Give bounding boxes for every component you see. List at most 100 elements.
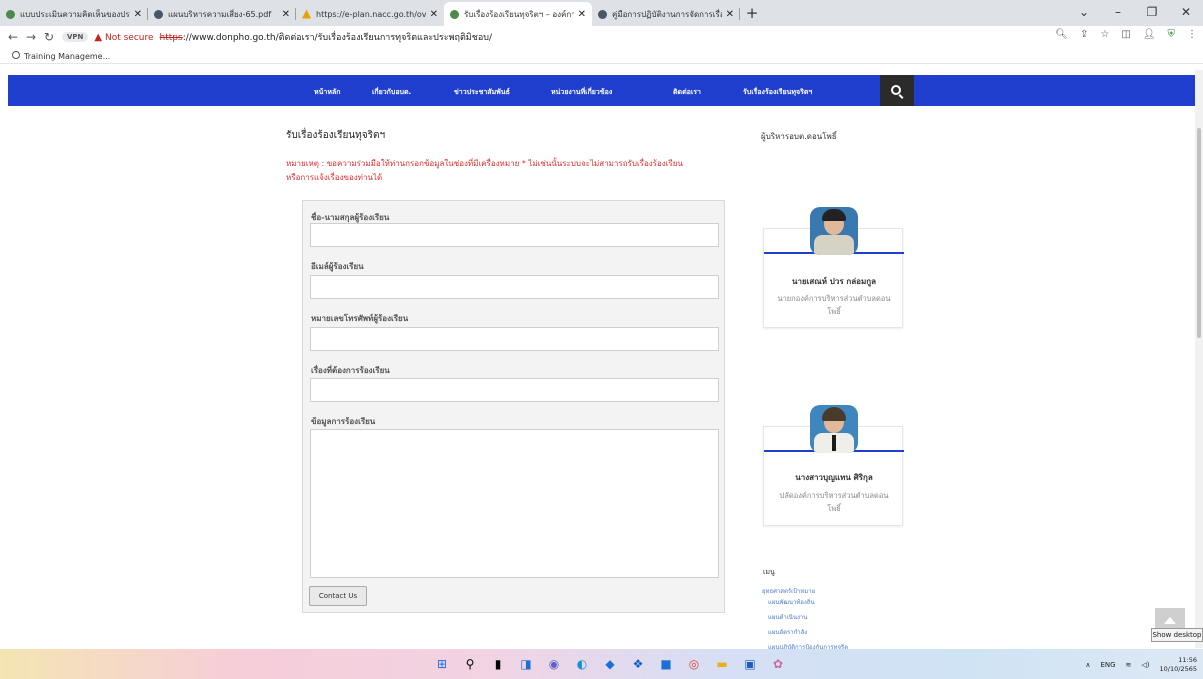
detail-label: ข้อมูลการร้องเรียน	[311, 417, 376, 426]
language-indicator[interactable]: ENG	[1100, 661, 1115, 669]
subject-input[interactable]	[310, 378, 719, 402]
person-card: นายเสณห์ ปวร กล่อมกูล นายกองค์การบริหารส…	[763, 207, 904, 328]
warning-icon	[302, 9, 311, 19]
security-indicator[interactable]: ▲ Not secure	[94, 32, 153, 43]
browser-tab[interactable]: แบบประเมินความคิดเห็นของประชาช✕	[0, 2, 148, 26]
site-favicon-icon	[6, 9, 15, 19]
back-icon[interactable]: ←	[4, 30, 22, 44]
email-label: อีเมล์ผู้ร้องเรียน	[311, 262, 364, 271]
wifi-icon[interactable]: ≋	[1126, 661, 1132, 669]
close-tab-icon[interactable]: ✕	[726, 9, 734, 20]
url-field[interactable]: https://www.donpho.go.th/ติดต่อเรา/รับเร…	[160, 30, 492, 44]
share-icon[interactable]: ⇪	[1080, 29, 1088, 40]
volume-icon[interactable]: ◁)	[1141, 661, 1149, 669]
person-position: นายกองค์การบริหารส่วนตำบลดอนโพธิ์	[777, 294, 891, 316]
close-tab-icon[interactable]: ✕	[578, 9, 586, 20]
browser-tab[interactable]: แผนบริหารความเสี่ยง-65.pdf ✕	[148, 2, 296, 26]
search-button[interactable]	[880, 75, 914, 106]
app-icon[interactable]: ■	[658, 656, 674, 672]
clock[interactable]: 11:56 10/10/2565	[1160, 656, 1197, 674]
phone-label: หมายเลขโทรศัพท์ผู้ร้องเรียน	[311, 314, 409, 323]
form-notice: หมายเหตุ : ขอความร่วมมือให้ท่านกรอกข้อมู…	[286, 159, 683, 182]
taskbar-apps: ⊞ ⚲ ▮ ◨ ◉ ◐ ◆ ❖ ■ ◎ ▬ ▣ ✿	[434, 656, 786, 672]
site-favicon-icon	[450, 9, 459, 19]
paint-icon[interactable]: ✿	[770, 656, 786, 672]
search-icon[interactable]: ⚲	[462, 656, 478, 672]
close-tab-icon[interactable]: ✕	[134, 9, 142, 20]
menu-dots-icon[interactable]: ⋮	[1187, 29, 1197, 40]
tab-search-icon[interactable]: ⌄	[1067, 5, 1101, 19]
bookmarks-bar: Training Manageme...	[0, 48, 1203, 64]
zoom-icon[interactable]: 🔍︎	[1055, 29, 1068, 40]
store-icon[interactable]: ◆	[602, 656, 618, 672]
nav-item-about[interactable]: เกี่ยวกับอบต.	[372, 87, 411, 98]
menu-link[interactable]: แผนดำเนินงาน	[768, 612, 807, 622]
page-title: รับเรื่องร้องเรียนทุจริตฯ	[286, 130, 386, 141]
menu-link[interactable]: แผนอัตรากำลัง	[768, 627, 807, 637]
minimize-icon[interactable]: –	[1101, 5, 1135, 19]
nav-item-contact[interactable]: ติดต่อเรา	[673, 87, 701, 98]
nav-item-news[interactable]: ข่าวประชาสัมพันธ์	[454, 87, 510, 98]
nav-item-complaints[interactable]: รับเรื่องร้องเรียนทุจริตฯ	[743, 87, 812, 98]
restore-icon[interactable]: ❐	[1135, 5, 1169, 19]
reload-icon[interactable]: ↻	[40, 30, 58, 44]
subject-label: เรื่องที่ต้องการร้องเรียน	[311, 366, 390, 375]
system-tray: ∧ ENG ≋ ◁) 11:56 10/10/2565	[1085, 656, 1197, 674]
close-window-icon[interactable]: ✕	[1169, 5, 1203, 19]
forward-icon[interactable]: →	[22, 30, 40, 44]
nav-item-home[interactable]: หน้าหลัก	[314, 87, 340, 98]
vpn-badge[interactable]: VPN	[62, 32, 89, 42]
person-card: นางสาวบุญแทน ศิริกุล ปลัดองค์การบริหารส่…	[763, 405, 904, 526]
scrollbar-thumb[interactable]	[1197, 128, 1201, 338]
teams-chat-icon[interactable]: ◉	[546, 656, 562, 672]
edge-icon[interactable]: ◐	[574, 656, 590, 672]
show-desktop-tooltip: Show desktop	[1151, 628, 1203, 642]
person-photo	[810, 207, 858, 255]
browser-tab[interactable]: https://e-plan.nacc.go.th/overvie✕	[296, 2, 444, 26]
globe-icon	[598, 9, 607, 19]
page-scrollbar[interactable]	[1195, 70, 1203, 648]
search-icon	[891, 84, 901, 95]
word-icon[interactable]: ▣	[742, 656, 758, 672]
taskbar: ⊞ ⚲ ▮ ◨ ◉ ◐ ◆ ❖ ■ ◎ ▬ ▣ ✿ ∧ ENG ≋ ◁) 11:…	[0, 649, 1203, 679]
person-name: นางสาวบุญแทน ศิริกุล	[795, 473, 873, 482]
globe-icon	[12, 50, 20, 59]
person-photo	[810, 405, 858, 453]
chrome-icon[interactable]: ◎	[686, 656, 702, 672]
complaint-form: ชื่อ-นามสกุลผู้ร้องเรียน อีเมล์ผู้ร้องเร…	[302, 200, 725, 613]
name-input[interactable]	[310, 223, 719, 247]
bookmark-star-icon[interactable]: ☆	[1100, 29, 1109, 40]
window-controls: ⌄ – ❐ ✕	[1067, 0, 1203, 24]
browser-tab-active[interactable]: รับเรื่องร้องเรียนทุจริตฯ – องค์การบริห✕	[444, 2, 592, 26]
contact-us-button[interactable]: Contact Us	[309, 586, 367, 606]
bookmark-item[interactable]: Training Manageme...	[12, 50, 110, 61]
email-input[interactable]	[310, 275, 719, 299]
close-tab-icon[interactable]: ✕	[282, 9, 290, 20]
menu-heading: เมนู	[763, 568, 775, 576]
sidebar-title: ผู้บริหารอบต.ดอนโพธิ์	[761, 132, 837, 141]
start-icon[interactable]: ⊞	[434, 656, 450, 672]
extension-shield-icon[interactable]: ⛨	[1168, 29, 1176, 40]
person-position: ปลัดองค์การบริหารส่วนตำบลดอนโพธิ์	[779, 491, 889, 513]
menu-link[interactable]: แผนพัฒนาท้องถิ่น	[768, 597, 815, 607]
side-panel-icon[interactable]: ◫	[1121, 29, 1130, 40]
globe-icon	[154, 9, 163, 19]
new-tab-button[interactable]: +	[740, 2, 764, 26]
address-bar-icons: 🔍︎ ⇪ ☆ ◫ 👤︎ ⛨ ⋮	[1055, 29, 1197, 40]
tab-strip: แบบประเมินความคิดเห็นของประชาช✕ แผนบริหา…	[0, 0, 1203, 26]
file-explorer-icon[interactable]: ▬	[714, 656, 730, 672]
widgets-icon[interactable]: ◨	[518, 656, 534, 672]
profile-icon[interactable]: 👤︎	[1143, 29, 1156, 40]
address-bar: ← → ↻ VPN ▲ Not secure https://www.donph…	[0, 26, 1203, 48]
nav-item-agencies[interactable]: หน่วยงานที่เกี่ยวข้อง	[551, 87, 612, 98]
site-navigation: หน้าหลัก เกี่ยวกับอบต. ข่าวประชาสัมพันธ์…	[8, 75, 1196, 106]
dropbox-icon[interactable]: ❖	[630, 656, 646, 672]
task-view-icon[interactable]: ▮	[490, 656, 506, 672]
close-tab-icon[interactable]: ✕	[430, 9, 438, 20]
chevron-up-icon[interactable]: ∧	[1085, 661, 1090, 669]
menu-link[interactable]: ยุทธศาสตร์เป้าหมาย	[762, 586, 815, 596]
browser-tab[interactable]: คู่มือการปฏิบัติงานการจัดการเรื่องร้อง✕	[592, 2, 740, 26]
detail-textarea[interactable]	[310, 429, 719, 578]
person-name: นายเสณห์ ปวร กล่อมกูล	[792, 277, 876, 286]
phone-input[interactable]	[310, 327, 719, 351]
